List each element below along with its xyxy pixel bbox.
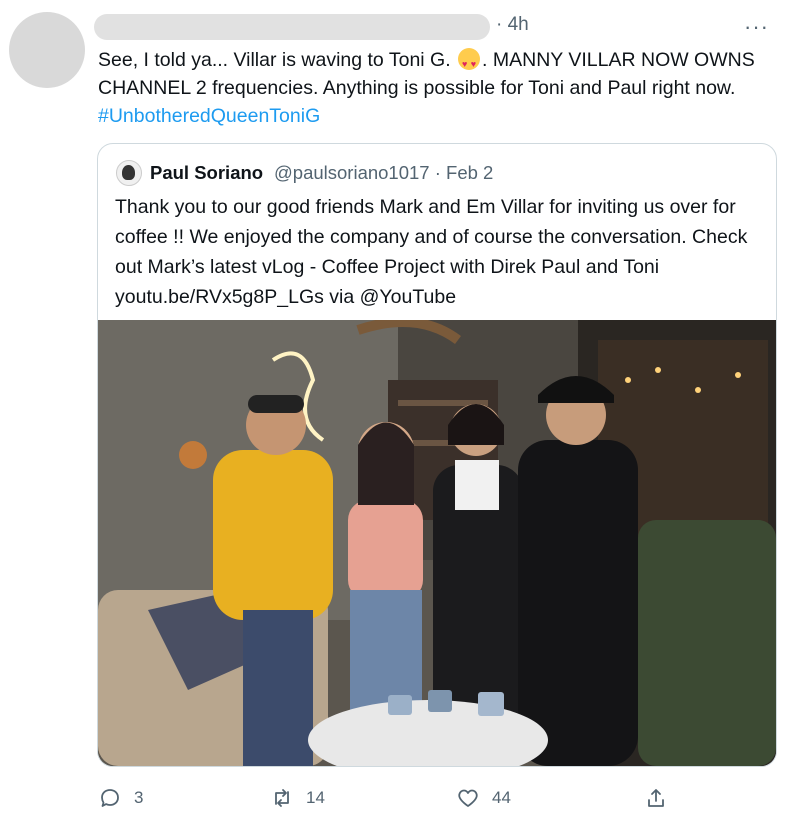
- share-icon: [648, 789, 664, 807]
- tweet: · 4h ··· See, I told ya... Villar is wav…: [0, 0, 800, 824]
- tweet-text: See, I told ya... Villar is waving to To…: [98, 46, 788, 130]
- like-count: 44: [492, 788, 511, 807]
- retweet-icon: [275, 789, 289, 807]
- reply-action[interactable]: 3: [98, 786, 143, 810]
- photo-illustration: [98, 320, 776, 766]
- heart-icon: [458, 789, 478, 807]
- tweet-actions: 3 14 44: [0, 786, 800, 814]
- quoted-tweet-photo[interactable]: [98, 320, 776, 766]
- like-action[interactable]: 44: [456, 786, 511, 810]
- avatar[interactable]: [9, 12, 85, 88]
- hashtag-link[interactable]: #UnbotheredQueenToniG: [98, 105, 320, 127]
- share-action[interactable]: [644, 786, 668, 810]
- tweet-text-part1: See, I told ya... Villar is waving to To…: [98, 49, 457, 71]
- quoted-tweet[interactable]: Paul Soriano @paulsoriano1017 · Feb 2 Th…: [97, 143, 777, 767]
- reply-count: 3: [134, 788, 144, 807]
- quoted-author-handle[interactable]: @paulsoriano1017 · Feb 2: [274, 162, 493, 184]
- more-options-icon[interactable]: ···: [744, 14, 769, 40]
- tweet-time[interactable]: · 4h: [496, 14, 529, 36]
- retweet-count: 14: [306, 788, 325, 807]
- retweet-action[interactable]: 14: [270, 786, 325, 810]
- heart-eyes-emoji-icon: [458, 48, 481, 78]
- quoted-tweet-text: Thank you to our good friends Mark and E…: [115, 196, 748, 308]
- reply-icon: [101, 789, 119, 807]
- quoted-avatar[interactable]: [116, 160, 142, 186]
- redacted-username[interactable]: [94, 14, 490, 40]
- quoted-author-name[interactable]: Paul Soriano: [150, 162, 263, 184]
